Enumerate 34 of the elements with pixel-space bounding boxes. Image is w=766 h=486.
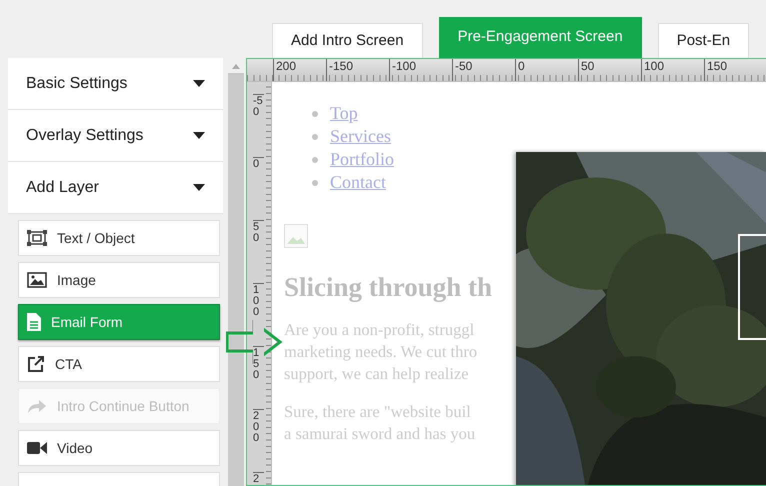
caret-icon <box>193 80 205 87</box>
ruler-label: -150 <box>326 59 389 81</box>
ruler-label: -100 <box>389 59 452 81</box>
layer-button[interactable]: Text / Object <box>18 220 220 256</box>
screen-tab[interactable]: Post-En <box>658 23 750 58</box>
ruler-label: 0 <box>515 59 578 81</box>
bullet-icon <box>312 156 318 162</box>
bullet-icon <box>312 134 318 140</box>
image-icon <box>27 272 47 288</box>
accordion-header[interactable]: Overlay Settings <box>8 110 223 162</box>
screen-tab[interactable]: Add Intro Screen <box>272 23 423 58</box>
accordion-header[interactable]: Basic Settings <box>8 58 223 110</box>
ruler-label: 100 <box>641 59 704 81</box>
layer-button[interactable]: CTA <box>18 346 220 382</box>
ruler-label: -50 <box>452 59 515 81</box>
forward-arrow-icon <box>27 398 47 414</box>
layer-button[interactable]: Image <box>18 262 220 298</box>
caret-icon <box>193 132 205 139</box>
layer-button[interactable]: Video <box>18 430 220 466</box>
accordion-header[interactable]: Add Layer <box>8 162 223 214</box>
broken-image-icon <box>284 224 308 248</box>
ruler-label: 150 <box>704 59 766 81</box>
external-link-icon <box>27 355 45 373</box>
ruler-label: 200 <box>273 59 326 81</box>
video-camera-icon <box>27 441 47 455</box>
document-icon <box>27 313 41 331</box>
ruler-label: 50 <box>578 59 641 81</box>
object-icon <box>27 230 47 246</box>
bullet-icon <box>312 180 318 186</box>
bullet-icon <box>312 110 318 116</box>
caret-icon <box>193 184 205 191</box>
ruler-label: 2 <box>253 472 264 485</box>
scroll-up-icon[interactable] <box>232 64 240 69</box>
page-heading: Slicing through th <box>284 272 494 303</box>
